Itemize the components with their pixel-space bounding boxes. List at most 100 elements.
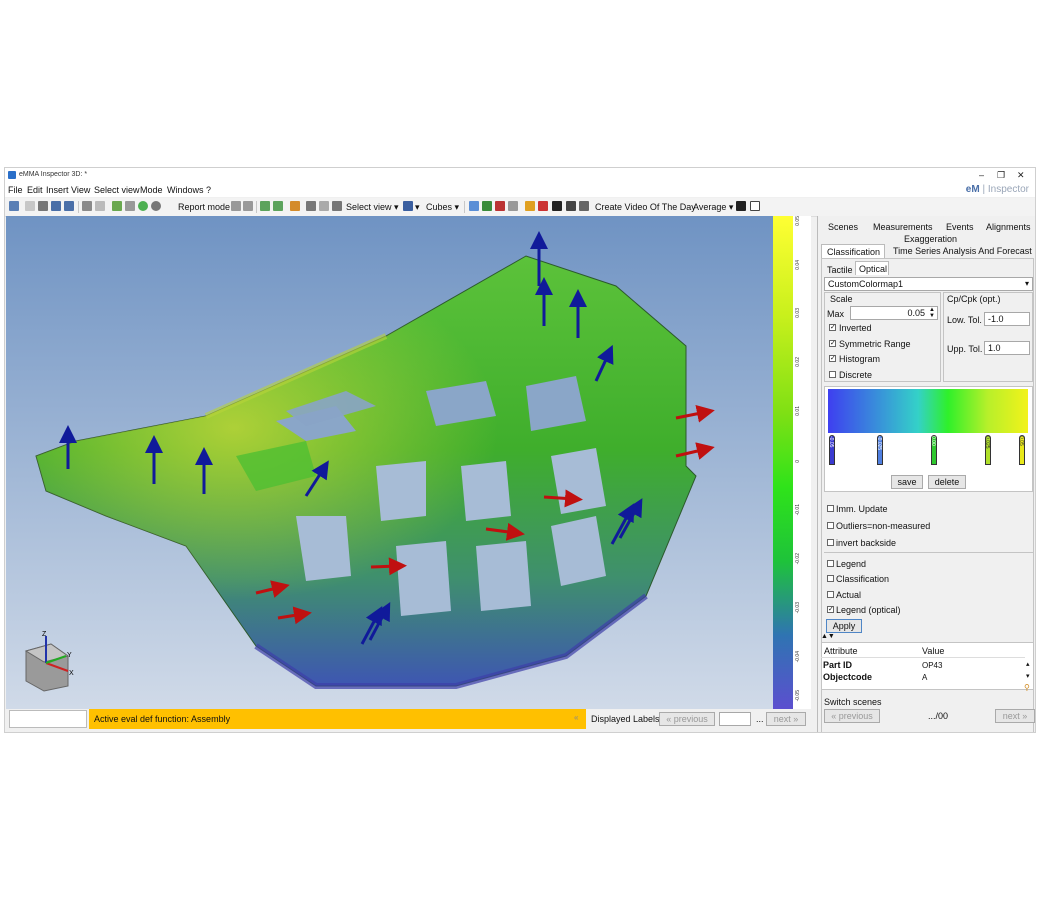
restore-button[interactable]: ❐ — [997, 170, 1005, 181]
histogram-checkbox[interactable]: ✓ — [829, 355, 836, 362]
colormap-select[interactable]: CustomColormap1 ▾ — [824, 277, 1033, 291]
camera-icon[interactable] — [332, 201, 342, 211]
labels-dots: ... — [756, 714, 764, 724]
tab-measurements[interactable]: Measurements — [873, 222, 933, 232]
legend-optical-checkbox[interactable]: ✓ — [827, 606, 834, 613]
objectcode-value: A — [922, 673, 928, 682]
invert-backside-label: invert backside — [836, 538, 897, 548]
select-view-dropdown[interactable]: Select view ▾ — [346, 202, 399, 213]
tab-time-series[interactable]: Time Series Analysis And Forecast — [893, 246, 1032, 256]
tool-icon-2[interactable] — [125, 201, 135, 211]
imm-update-checkbox[interactable] — [827, 505, 834, 512]
delete-colormap-button[interactable]: delete — [928, 475, 966, 489]
minimize-button[interactable]: – — [979, 170, 984, 180]
paint-icon[interactable] — [525, 201, 535, 211]
menu-file[interactable]: File — [8, 185, 23, 195]
save-icon[interactable] — [51, 201, 61, 211]
axes-icon[interactable] — [403, 201, 413, 211]
fit-icon[interactable] — [260, 201, 270, 211]
tab-classification-active[interactable]: Classification — [821, 244, 885, 258]
pause-icon[interactable] — [579, 201, 589, 211]
labels-next-button[interactable]: next » — [766, 712, 806, 726]
tool-icon-1[interactable] — [112, 201, 122, 211]
pin-icon-2[interactable] — [243, 201, 253, 211]
actual-checkbox[interactable] — [827, 591, 834, 598]
max-input[interactable]: 0.05 ▲ ▼ — [850, 306, 938, 320]
table-scroll-down[interactable]: ▾ — [1026, 672, 1030, 680]
part-id-value: OP43 — [922, 661, 943, 670]
colormap-marker[interactable]: -0.025 — [877, 435, 883, 465]
apply-button[interactable]: Apply — [826, 619, 862, 633]
colormap-marker[interactable]: -0.05 — [829, 435, 835, 465]
scenes-previous-button[interactable]: « previous — [824, 709, 880, 723]
magnet-icon[interactable] — [495, 201, 505, 211]
pin-icon[interactable] — [231, 201, 241, 211]
displayed-labels-label: Displayed Labels — [591, 714, 660, 724]
subtab-tactile[interactable]: Tactile — [827, 265, 853, 275]
select-icon[interactable] — [469, 201, 479, 211]
target-icon[interactable] — [750, 201, 760, 211]
colormap-marker[interactable]: 0.00 — [931, 435, 937, 465]
probe-icon[interactable] — [482, 201, 492, 211]
tab-exaggeration[interactable]: Exaggeration — [904, 234, 957, 244]
invert-backside-checkbox[interactable] — [827, 539, 834, 546]
low-tol-input[interactable]: -1.0 — [984, 312, 1030, 326]
flag-icon[interactable] — [538, 201, 548, 211]
export-icon[interactable] — [95, 201, 105, 211]
play-icon[interactable] — [566, 201, 576, 211]
measure-icon[interactable] — [508, 201, 518, 211]
menu-help[interactable]: ? — [206, 185, 211, 195]
legend-label: Legend — [836, 559, 867, 569]
menu-insert[interactable]: Insert — [46, 185, 69, 195]
close-button[interactable]: ✕ — [1017, 170, 1025, 181]
collapse-icon[interactable]: « — [574, 713, 578, 722]
print-icon[interactable] — [82, 201, 92, 211]
table-scroll-up[interactable]: ▴ — [1026, 660, 1030, 668]
save-colormap-button[interactable]: save — [891, 475, 923, 489]
splitter-arrows[interactable]: ▲▼ — [821, 633, 835, 640]
menu-edit[interactable]: Edit — [27, 185, 43, 195]
colormap-gradient[interactable] — [828, 389, 1028, 433]
labels-page-input[interactable] — [719, 712, 751, 726]
average-dropdown[interactable]: Average ▾ — [693, 202, 733, 213]
menu-select-view[interactable]: Select view — [94, 185, 140, 195]
info-icon[interactable] — [736, 201, 746, 211]
legend-tick: 0.04 — [795, 260, 801, 270]
upp-tol-input[interactable]: 1.0 — [984, 341, 1030, 355]
layout-icon[interactable] — [319, 201, 329, 211]
classification-checkbox[interactable] — [827, 575, 834, 582]
new-icon[interactable] — [25, 201, 35, 211]
colormap-marker[interactable]: 0.025 — [985, 435, 991, 465]
tab-scenes[interactable]: Scenes — [828, 222, 858, 232]
rotate-icon[interactable] — [273, 201, 283, 211]
tool-icon-4[interactable] — [151, 201, 161, 211]
colormap-marker[interactable]: 0.05 — [1019, 435, 1025, 465]
3d-viewport[interactable]: Z X Y — [6, 216, 811, 709]
lock-icon[interactable] — [306, 201, 316, 211]
tool-icon-3[interactable] — [138, 201, 148, 211]
legend-checkbox[interactable] — [827, 560, 834, 567]
menu-bar: File Edit Insert View Select view Mode W… — [5, 183, 1035, 197]
tab-events[interactable]: Events — [946, 222, 974, 232]
open-icon[interactable] — [9, 201, 19, 211]
discrete-checkbox[interactable] — [829, 371, 836, 378]
cubes-dropdown[interactable]: Cubes ▾ — [426, 202, 459, 213]
max-label: Max — [827, 309, 845, 319]
report-mode-button[interactable]: Report mode — [178, 202, 230, 212]
menu-view[interactable]: View — [71, 185, 90, 195]
search-icon[interactable]: ⚲ — [1024, 683, 1030, 692]
labels-previous-button[interactable]: « previous — [659, 712, 715, 726]
tab-alignments[interactable]: Alignments — [986, 222, 1031, 232]
save-as-icon[interactable] — [64, 201, 74, 211]
home-icon[interactable] — [290, 201, 300, 211]
menu-windows[interactable]: Windows — [167, 185, 204, 195]
outliers-checkbox[interactable] — [827, 522, 834, 529]
inverted-checkbox[interactable]: ✓ — [829, 324, 836, 331]
subtab-optical[interactable]: Optical — [855, 261, 889, 275]
create-video-button[interactable]: Create Video Of The Day — [595, 202, 696, 212]
stop-icon[interactable] — [38, 201, 48, 211]
scenes-next-button[interactable]: next » — [995, 709, 1035, 723]
menu-mode[interactable]: Mode — [140, 185, 163, 195]
video-camera-icon[interactable] — [552, 201, 562, 211]
symmetric-range-checkbox[interactable]: ✓ — [829, 340, 836, 347]
